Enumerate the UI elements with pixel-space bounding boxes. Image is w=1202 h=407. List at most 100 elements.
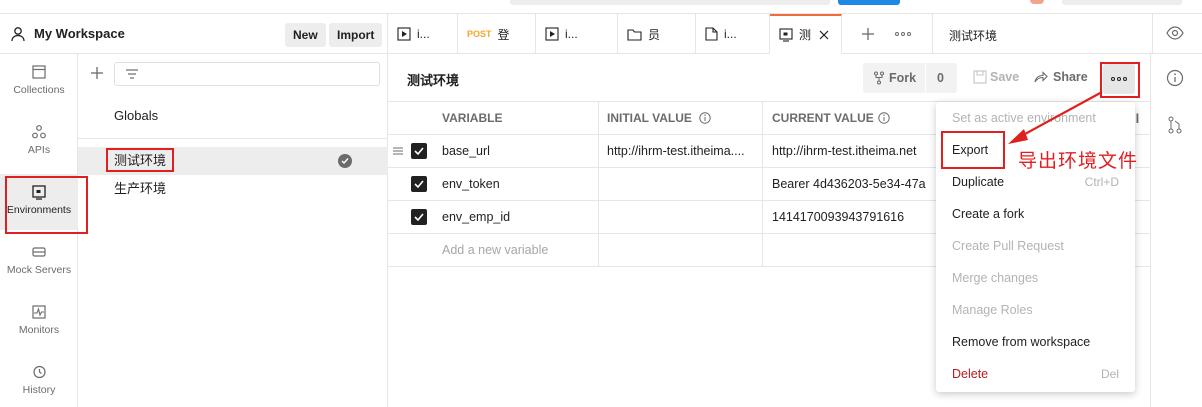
eye-icon[interactable]	[1166, 26, 1184, 40]
monitors-icon	[32, 305, 46, 319]
menu-item-create-fork[interactable]: Create a fork	[936, 198, 1135, 230]
history-icon	[33, 365, 46, 379]
add-icon[interactable]	[90, 66, 104, 80]
import-button[interactable]: Import	[329, 23, 383, 47]
variable-name-cell[interactable]: env_emp_id	[442, 201, 510, 234]
title-bar	[0, 0, 1202, 14]
save-button[interactable]: Save	[990, 70, 1019, 84]
environment-list-toolbar	[78, 54, 388, 94]
fork-label: Fork	[889, 71, 917, 85]
annotation-arrow-icon	[1008, 91, 1103, 144]
row-enabled-checkbox[interactable]	[411, 143, 427, 159]
menu-item-merge-changes[interactable]: Merge changes	[936, 262, 1135, 294]
menu-item-manage-roles[interactable]: Manage Roles	[936, 294, 1135, 326]
play-icon	[397, 27, 411, 41]
column-divider	[598, 102, 599, 267]
divider	[1152, 14, 1153, 54]
environment-item-prod[interactable]: 生产环境	[78, 175, 388, 203]
page-title: 测试环境	[407, 73, 460, 88]
check-icon	[414, 147, 424, 156]
workspace-name[interactable]: My Workspace	[34, 26, 125, 41]
folder-icon	[627, 28, 642, 41]
sidebar-item-monitors[interactable]: Monitors	[0, 294, 78, 350]
current-value-cell[interactable]: http://ihrm-test.itheima.net	[772, 135, 932, 168]
globals-item[interactable]: Globals	[78, 102, 388, 130]
info-icon[interactable]	[878, 112, 890, 124]
add-variable-input[interactable]: Add a new variable	[442, 234, 548, 267]
workspace-header: My Workspace New Import	[0, 14, 388, 54]
initial-value-cell[interactable]: http://ihrm-test.itheima....	[607, 135, 757, 168]
new-tab-icon[interactable]	[861, 27, 875, 41]
upgrade-button-fragment[interactable]	[838, 0, 900, 5]
document-icon	[705, 27, 718, 41]
tab-label: i...	[724, 27, 737, 41]
info-icon[interactable]	[699, 112, 711, 124]
initial-value-cell[interactable]	[607, 201, 757, 234]
tab-document[interactable]: i...	[696, 14, 770, 54]
save-icon	[973, 70, 987, 84]
menu-item-remove-from-workspace[interactable]: Remove from workspace	[936, 326, 1135, 358]
fork-count: 0	[937, 71, 944, 85]
new-button[interactable]: New	[285, 23, 326, 47]
menu-item-label: Delete	[952, 367, 989, 381]
active-check-icon	[338, 154, 352, 168]
tab-bar: i... POST 登 i... 员 i... 测 测试环境	[388, 14, 1202, 54]
row-enabled-checkbox[interactable]	[411, 176, 427, 192]
sidebar-item-label: Monitors	[18, 324, 60, 336]
variable-name-cell[interactable]: base_url	[442, 135, 490, 168]
current-value-cell[interactable]: Bearer 4d436203-5e34-47a	[772, 168, 932, 201]
menu-item-delete[interactable]: Delete Del	[936, 358, 1135, 390]
tab-request-1[interactable]: i...	[388, 14, 458, 54]
search-bar-fragment[interactable]	[510, 0, 830, 5]
tab-label: i...	[565, 27, 578, 41]
drag-handle-icon[interactable]	[393, 146, 403, 156]
close-icon[interactable]	[819, 30, 829, 40]
share-button[interactable]: Share	[1053, 70, 1088, 84]
tab-overflow-icon[interactable]	[895, 32, 911, 36]
tab-label: 登	[497, 27, 510, 42]
menu-item-create-pull-request[interactable]: Create Pull Request	[936, 230, 1135, 262]
sidebar-item-label: Collections	[13, 84, 65, 96]
sidebar-item-label: Mock Servers	[6, 264, 72, 276]
divider	[78, 138, 388, 139]
share-icon	[1034, 71, 1048, 83]
filter-icon	[126, 69, 138, 79]
shortcut-hint: Del	[1100, 367, 1119, 381]
sidebar-item-history[interactable]: History	[0, 354, 78, 407]
sidebar-item-apis[interactable]: APIs	[0, 114, 78, 170]
sidebar-item-label: APIs	[27, 144, 51, 156]
environment-list-panel: Globals 测试环境 生产环境	[78, 54, 388, 407]
sidebar-item-mock-servers[interactable]: Mock Servers	[0, 234, 78, 290]
environment-selector[interactable]: 测试环境	[949, 27, 997, 44]
fork-icon	[874, 71, 884, 85]
tab-label: i...	[417, 27, 430, 41]
menu-item-label: Duplicate	[952, 175, 1005, 189]
pull-request-icon[interactable]	[1168, 116, 1182, 134]
check-icon	[414, 180, 424, 189]
variable-name-cell[interactable]: env_token	[442, 168, 500, 201]
tab-environment-active[interactable]: 测	[770, 14, 842, 54]
info-icon[interactable]	[1166, 69, 1184, 87]
tab-label: 员	[648, 27, 661, 42]
tab-request-3[interactable]: i...	[536, 14, 618, 54]
sidebar-item-collections[interactable]: Collections	[0, 54, 78, 110]
avatar-fragment[interactable]	[1030, 0, 1044, 4]
highlight-export	[941, 131, 1005, 169]
user-icon	[11, 26, 25, 41]
column-header-variable: VARIABLE	[442, 111, 503, 125]
right-sidebar	[1150, 54, 1202, 407]
highlight-environments	[5, 176, 88, 234]
current-value-cell[interactable]: 1414170093943791616	[772, 201, 932, 234]
column-header-current: CURRENT VALUE	[772, 111, 874, 125]
sidebar-item-label: History	[22, 384, 56, 396]
column-header-initial: INITIAL VALUE	[607, 111, 692, 125]
tab-request-post[interactable]: POST 登	[458, 14, 536, 54]
initial-value-cell[interactable]	[607, 168, 757, 201]
top-fragment	[1062, 0, 1182, 5]
row-enabled-checkbox[interactable]	[411, 209, 427, 225]
fork-button[interactable]: Fork 0	[863, 63, 957, 93]
divider	[925, 63, 926, 93]
tab-folder[interactable]: 员	[618, 14, 696, 54]
environment-filter-input[interactable]	[114, 62, 380, 86]
divider	[932, 14, 933, 54]
